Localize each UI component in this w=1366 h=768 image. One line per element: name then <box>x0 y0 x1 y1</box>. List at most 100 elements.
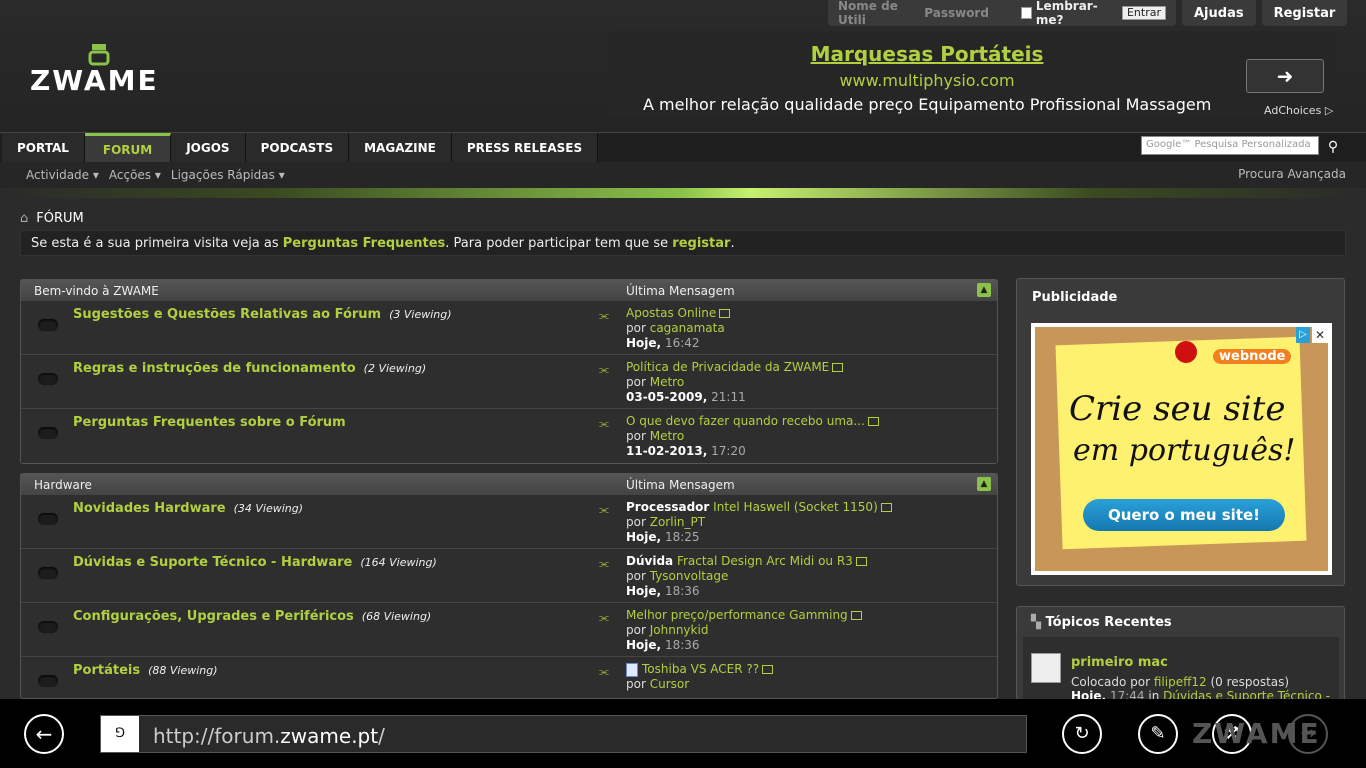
recent-topic-title[interactable]: primeiro mac <box>1071 655 1168 670</box>
forum-row: Perguntas Frequentes sobre o Fórum ⫘ O q… <box>21 409 997 463</box>
adchoices-icon: ▷ <box>1324 104 1334 117</box>
rss-icon[interactable]: ⫘ <box>599 611 609 625</box>
sidebar-ads: Publicidade webnode Crie seu site em por… <box>1016 278 1345 586</box>
search-icon[interactable]: ⚲ <box>1322 136 1344 158</box>
logo-text[interactable]: ZWAME <box>30 64 159 97</box>
document-icon <box>626 662 638 677</box>
advanced-search-link[interactable]: Procura Avançada <box>1238 167 1346 181</box>
tab-portal[interactable]: PORTAL <box>2 133 85 163</box>
breadcrumb: ⌂ FÓRUM <box>20 211 84 226</box>
register-notice-link[interactable]: registar <box>672 236 730 251</box>
login-box: Nome de Utili Password Lembrar-me? Entra… <box>828 0 1176 27</box>
rss-icon[interactable]: ⫘ <box>599 363 609 377</box>
forum-title-link[interactable]: Novidades Hardware (34 Viewing) <box>73 501 303 516</box>
ad-title[interactable]: Marquesas Portáteis <box>609 42 1245 66</box>
forum-title-link[interactable]: Perguntas Frequentes sobre o Fórum <box>73 415 346 430</box>
tab-podcasts[interactable]: PODCASTS <box>245 133 350 163</box>
faq-link[interactable]: Perguntas Frequentes <box>283 236 446 251</box>
last-post: O que devo fazer quando recebo uma... po… <box>626 414 879 459</box>
tab-magazine[interactable]: MAGAZINE <box>349 133 452 163</box>
browser-toolbar: ← ⅁ http://forum.zwame.pt/ ↻ ✎ ⚒ → ZWAME <box>0 699 1366 768</box>
login-button[interactable]: Entrar <box>1121 6 1166 20</box>
forum-row: Novidades Hardware (34 Viewing) ⫘ Process… <box>21 495 997 549</box>
password-input[interactable]: Password <box>924 6 989 20</box>
refresh-button[interactable]: ↻ <box>1062 714 1102 754</box>
forum-status-icon <box>38 513 58 525</box>
goto-post-icon[interactable] <box>855 557 867 566</box>
forum-row: Regras e instruções de funcionamento (2 V… <box>21 355 997 409</box>
sidebar-ad-banner[interactable]: webnode Crie seu site em português! Quer… <box>1031 323 1332 575</box>
last-post: Melhor preço/performance Gamming por Joh… <box>626 608 862 653</box>
forum-title-link[interactable]: Configurações, Upgrades e Periféricos (68… <box>73 609 431 624</box>
arrow-right-icon: ➜ <box>1276 64 1294 88</box>
forum-row: Sugestões e Questões Relativas ao Fórum(… <box>21 301 997 355</box>
goto-post-icon[interactable] <box>719 309 731 318</box>
goto-post-icon[interactable] <box>762 665 774 674</box>
forum-title-link[interactable]: Portáteis (88 Viewing) <box>73 663 218 678</box>
subnav-ligacoes-rapidas[interactable]: Ligações Rápidas ▾ <box>171 168 285 182</box>
username-input[interactable]: Nome de Utili <box>838 0 920 27</box>
forum-row: Configurações, Upgrades e Periféricos (68… <box>21 603 997 657</box>
pin-icon <box>1175 341 1197 363</box>
forum-title-link[interactable]: Dúvidas e Suporte Técnico - Hardware (164… <box>73 555 437 570</box>
goto-post-icon[interactable] <box>880 503 892 512</box>
back-button[interactable]: ← <box>24 714 64 754</box>
sub-nav: Actividade ▾ Acções ▾ Ligações Rápidas ▾… <box>0 162 1366 188</box>
forum-status-icon <box>38 675 58 687</box>
last-post: Processador Intel Haswell (Socket 1150) … <box>626 500 892 545</box>
home-icon[interactable]: ⌂ <box>20 211 28 226</box>
forum-status-icon <box>38 373 58 385</box>
search-input[interactable]: Google™ Pesquisa Personalizada <box>1141 136 1319 155</box>
adchoices-link[interactable]: AdChoices ▷ <box>1264 104 1333 117</box>
main-nav: PORTAL FORUM JOGOS PODCASTS MAGAZINE PRE… <box>0 132 1366 163</box>
ad-arrow-button[interactable]: ➜ <box>1246 59 1324 93</box>
top-bar: Nome de Utili Password Lembrar-me? Entra… <box>828 0 1348 27</box>
welcome-notice: Se esta é a sua primeira visita veja as … <box>20 230 1346 256</box>
rss-icon[interactable]: ⫘ <box>599 665 609 679</box>
tab-jogos[interactable]: JOGOS <box>171 133 246 163</box>
forum-section-hardware: Hardware Última Mensagem ▲ Novidades Har… <box>20 473 998 699</box>
goto-post-icon[interactable] <box>832 363 844 372</box>
ad-line1: Crie seu site <box>1069 389 1286 429</box>
subnav-actividade[interactable]: Actividade ▾ <box>26 168 99 182</box>
recent-topics-title: ▚ Tópicos Recentes <box>1031 615 1172 630</box>
ad-url[interactable]: www.multiphysio.com <box>609 71 1245 90</box>
watermark-logo: ZWAME <box>1192 717 1321 750</box>
forum-status-icon <box>38 567 58 579</box>
tab-press-releases[interactable]: PRESS RELEASES <box>451 133 599 163</box>
help-link[interactable]: Ajudas <box>1182 0 1256 26</box>
register-link[interactable]: Registar <box>1261 0 1348 26</box>
rss-icon[interactable]: ⫘ <box>599 503 609 517</box>
goto-post-icon[interactable] <box>867 417 879 426</box>
address-bar[interactable]: ⅁ http://forum.zwame.pt/ <box>100 715 1027 753</box>
remember-label: Lembrar-me? <box>1035 0 1098 27</box>
forum-title-link[interactable]: Regras e instruções de funcionamento (2 V… <box>73 361 426 376</box>
close-icon[interactable]: ✕ <box>1312 327 1328 343</box>
ad-brand: webnode <box>1213 349 1292 364</box>
ad-cta-button[interactable]: Quero o meu site! <box>1083 499 1285 531</box>
last-post: Apostas Online por caganamata Hoje, 16:4… <box>626 306 731 351</box>
rss-icon[interactable]: ⫘ <box>599 417 609 431</box>
ad-line2: em português! <box>1073 433 1296 468</box>
pin-button[interactable]: ✎ <box>1138 714 1178 754</box>
collapse-icon[interactable]: ▲ <box>977 477 991 491</box>
header-ad[interactable]: Marquesas Portáteis www.multiphysio.com … <box>609 31 1335 118</box>
section-header: Bem-vindo à ZWAME Última Mensagem ▲ <box>21 280 997 301</box>
forum-title-link[interactable]: Sugestões e Questões Relativas ao Fórum(… <box>73 307 452 322</box>
rss-icon[interactable]: ⫘ <box>599 557 609 571</box>
ad-info-icon[interactable]: ▷ <box>1296 327 1310 343</box>
refresh-icon: ↻ <box>1074 723 1090 744</box>
forum-row: Portáteis (88 Viewing) ⫘ Toshiba VS ACER … <box>21 657 997 698</box>
section-header: Hardware Última Mensagem ▲ <box>21 474 997 495</box>
topics-icon: ▚ <box>1031 615 1041 630</box>
recent-topic-author: Colocado por filipeff12 (0 respostas) <box>1071 675 1290 689</box>
collapse-icon[interactable]: ▲ <box>977 283 991 297</box>
tab-forum[interactable]: FORUM <box>84 133 172 163</box>
url-text[interactable]: http://forum.zwame.pt/ <box>153 724 385 748</box>
header-glow <box>0 188 1366 198</box>
avatar[interactable] <box>1031 653 1061 683</box>
goto-post-icon[interactable] <box>850 611 862 620</box>
rss-icon[interactable]: ⫘ <box>599 309 609 323</box>
remember-checkbox[interactable] <box>1020 7 1032 19</box>
subnav-accoes[interactable]: Acções ▾ <box>109 168 161 182</box>
